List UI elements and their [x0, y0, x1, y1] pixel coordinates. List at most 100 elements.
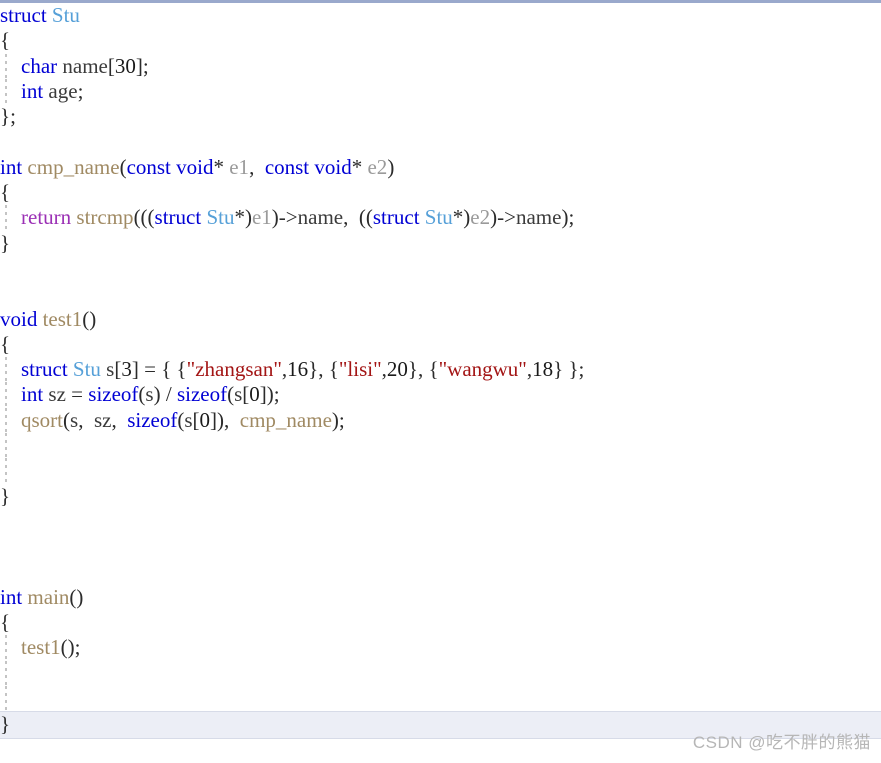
code-token-type: Stu — [51, 3, 80, 27]
code-token-num: 18 — [532, 357, 554, 382]
code-token-kw: int — [21, 382, 44, 407]
code-token-punc: / — [160, 382, 177, 407]
code-token-ident: age — [48, 78, 78, 103]
code-token-punc: } }; — [553, 357, 585, 382]
code-line[interactable]: struct Stu — [0, 3, 881, 28]
code-token-num: 20 — [386, 357, 408, 382]
code-line[interactable]: int main() — [0, 585, 881, 610]
code-token-kw: struct — [21, 357, 68, 382]
code-line[interactable] — [0, 686, 881, 712]
code-token-kw: const — [126, 154, 171, 179]
code-token-punc: }, { — [308, 357, 339, 382]
code-token-punc: ( — [63, 407, 70, 432]
code-line[interactable]: int sz = sizeof(s) / sizeof(s[0]); — [0, 382, 881, 409]
code-token-fn: qsort — [21, 407, 63, 432]
code-line[interactable]: } — [0, 231, 881, 256]
code-token-ident: s — [70, 407, 79, 432]
code-line[interactable] — [0, 458, 881, 484]
code-token-kw: void — [314, 154, 352, 179]
code-line[interactable]: void test1() — [0, 307, 881, 332]
code-token-punc: ] — [210, 407, 218, 432]
code-token-punc: } — [0, 104, 11, 129]
code-token-punc: ), — [217, 407, 235, 432]
code-token-fn: test1 — [42, 306, 83, 331]
code-token-punc: (( — [353, 205, 373, 230]
code-line[interactable]: struct Stu s[3] = { {"zhangsan",16}, {"l… — [0, 357, 881, 383]
code-token-kw: void — [0, 306, 38, 331]
code-token-punc: ); — [266, 382, 280, 407]
code-token-fn: test1 — [21, 635, 61, 660]
code-line[interactable] — [0, 560, 881, 585]
code-token-punc: )-> — [271, 205, 298, 230]
code-token-fn: main — [27, 584, 70, 609]
code-line[interactable]: }; — [0, 104, 881, 129]
code-editor-window: struct Stu{ char name[30]; int age;}; in… — [0, 0, 881, 763]
code-token-punc: ] — [135, 53, 143, 78]
code-token-punc: ; — [77, 78, 84, 103]
code-line[interactable]: test1(); — [0, 635, 881, 662]
code-token-kw: struct — [372, 205, 420, 230]
code-token-kw: char — [21, 53, 58, 78]
code-token-kw: int — [0, 154, 23, 179]
code-token-num: 0 — [199, 407, 211, 432]
code-token-str: "zhangsan" — [186, 357, 282, 382]
code-token-param: e1 — [229, 154, 250, 179]
code-token-ret: return — [21, 205, 72, 230]
code-token-punc: , — [111, 407, 122, 432]
code-line[interactable]: { — [0, 332, 881, 357]
code-token-punc: )-> — [490, 205, 516, 230]
code-line[interactable] — [0, 660, 881, 687]
code-line[interactable]: qsort(s, sz, sizeof(s[0]), cmp_name); — [0, 407, 881, 434]
code-token-kw: sizeof — [176, 382, 228, 407]
code-line[interactable]: char name[30]; — [0, 53, 881, 80]
code-token-punc: [ — [107, 53, 115, 78]
code-token-punc: *) — [452, 205, 471, 230]
code-token-fn: cmp_name — [239, 407, 332, 432]
code-token-type: Stu — [424, 205, 453, 230]
code-token-punc: *) — [234, 205, 252, 230]
code-token-fn: strcmp — [76, 205, 134, 230]
code-token-num: 16 — [287, 357, 309, 382]
code-token-num: 3 — [121, 357, 132, 382]
code-line[interactable] — [0, 281, 881, 306]
code-line[interactable]: { — [0, 28, 881, 53]
code-line[interactable] — [0, 509, 881, 534]
code-token-punc: ; — [10, 104, 16, 129]
code-line[interactable] — [0, 534, 881, 559]
code-token-type: Stu — [72, 357, 101, 382]
code-token-punc: { — [0, 180, 11, 205]
code-token-punc: , — [78, 407, 89, 432]
code-line[interactable]: int cmp_name(const void* e1, const void*… — [0, 155, 881, 180]
code-token-kw: sizeof — [127, 407, 178, 432]
code-token-punc: } — [0, 230, 11, 255]
code-token-param: e2 — [367, 154, 388, 179]
code-editor-surface[interactable]: struct Stu{ char name[30]; int age;}; in… — [0, 3, 881, 763]
code-token-punc: = — [65, 382, 89, 407]
code-token-ident: name — [62, 53, 108, 78]
code-token-punc: = { { — [138, 357, 187, 382]
code-token-punc: } — [0, 712, 11, 737]
code-line[interactable]: int age; — [0, 78, 881, 105]
code-line[interactable] — [0, 129, 881, 154]
code-token-punc: (); — [60, 635, 81, 660]
code-token-type: Stu — [206, 205, 235, 230]
code-line[interactable] — [0, 433, 881, 459]
code-line[interactable] — [0, 256, 881, 281]
code-line[interactable]: { — [0, 180, 881, 205]
code-token-punc: { — [0, 331, 11, 356]
code-token-num: 0 — [249, 382, 260, 407]
code-token-kw: int — [21, 78, 44, 103]
code-token-kw: void — [176, 154, 214, 179]
code-token-ident: s — [184, 407, 193, 432]
code-token-param: e2 — [470, 205, 491, 230]
code-token-ident: name — [515, 205, 562, 230]
code-line[interactable]: return strcmp(((struct Stu*)e1)->name, (… — [0, 205, 881, 231]
code-token-punc: * — [351, 154, 363, 179]
code-line[interactable]: } — [0, 484, 881, 509]
code-token-punc: } — [0, 483, 11, 508]
code-token-ident: name — [297, 205, 344, 230]
code-token-punc: { — [0, 610, 11, 635]
code-line[interactable]: { — [0, 610, 881, 635]
